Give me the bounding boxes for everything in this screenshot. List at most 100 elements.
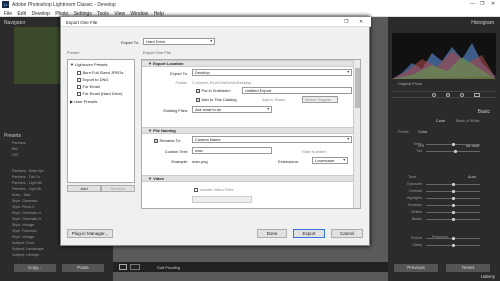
preset-item[interactable]: Style: Cinematic	[12, 199, 38, 203]
checkbox-checked[interactable]: ✓	[196, 98, 200, 102]
preset-item[interactable]: Partners - Deep tips	[12, 169, 44, 173]
soft-proofing-label[interactable]: Soft Proofing	[157, 265, 180, 270]
scrollbar-thumb[interactable]	[355, 68, 360, 108]
slider-tint[interactable]: Tint	[396, 149, 492, 154]
video-format-select[interactable]	[192, 196, 252, 203]
slider-track[interactable]	[426, 151, 480, 152]
preset-item[interactable]: Style: Vintage	[12, 235, 34, 239]
mask-icon[interactable]	[474, 93, 480, 97]
checkbox[interactable]	[77, 78, 81, 82]
menu-edit[interactable]: Edit	[17, 11, 26, 17]
location-export-to-select[interactable]: Desktop ▼	[192, 69, 352, 76]
menu-file[interactable]: File	[4, 11, 12, 17]
compare-view-icon[interactable]	[130, 264, 140, 270]
slider-knob[interactable]	[452, 189, 455, 193]
slider-whites[interactable]: Whites	[396, 210, 492, 215]
slider-knob[interactable]	[452, 243, 455, 247]
section-file-naming[interactable]: ▼ File Naming	[142, 127, 354, 134]
slider-knob[interactable]	[452, 236, 455, 240]
stack-position-select[interactable]: Below Original	[302, 95, 338, 103]
slider-temp[interactable]: Temp	[396, 142, 492, 147]
redeye-icon[interactable]	[460, 93, 464, 97]
preset-item[interactable]: Partners - Fall Co	[12, 175, 40, 179]
done-button[interactable]: Done	[257, 229, 287, 238]
histogram-header[interactable]: Histogram	[471, 20, 494, 26]
preset-item[interactable]: Style: Futuristic	[12, 229, 37, 233]
export-to-select[interactable]: Hard Drive ▼	[143, 38, 215, 45]
slider-knob[interactable]	[454, 149, 457, 153]
copy-button[interactable]: Copy...	[14, 264, 56, 272]
preset-item[interactable]: Style: Cinematic II	[12, 211, 41, 215]
slider-knob[interactable]	[452, 182, 455, 186]
add-stack-label[interactable]: Add to Stack:	[262, 97, 286, 102]
preset-item[interactable]: Style: Vintage	[12, 223, 34, 227]
treatment-color[interactable]: Color	[436, 119, 445, 123]
menu-develop[interactable]: Develop	[31, 11, 49, 17]
checkbox-checked[interactable]: ✓	[154, 139, 158, 143]
slider-contrast[interactable]: Contrast	[396, 189, 492, 194]
profile-value[interactable]: Color	[418, 130, 427, 134]
loupe-view-icon[interactable]	[119, 264, 127, 270]
preset-item-export-dng[interactable]: Export to DNG	[77, 77, 109, 82]
preset-item[interactable]: Partners - Light Br	[12, 187, 41, 191]
preset-item[interactable]: Subject: Food	[12, 241, 34, 245]
add-preset-button[interactable]: Add	[67, 185, 101, 192]
basic-header[interactable]: Basic	[478, 109, 490, 115]
preset-item[interactable]: Subject: Landscape	[12, 247, 44, 251]
paste-button[interactable]: Paste	[62, 264, 104, 272]
slider-texture[interactable]: Texture	[396, 236, 492, 241]
checkbox[interactable]	[77, 71, 81, 75]
preset-item[interactable]: Kubo - Haix	[12, 193, 31, 197]
slider-shadows[interactable]: Shadows	[396, 203, 492, 208]
slider-clarity[interactable]: Clarity	[396, 243, 492, 248]
settings-scrollbar[interactable]	[353, 60, 360, 208]
treatment-bw[interactable]: Black & White	[456, 119, 480, 123]
preset-item[interactable]: LRT	[12, 153, 19, 157]
custom-text-input[interactable]: man	[192, 147, 272, 154]
reset-button[interactable]: Reset	[446, 264, 490, 272]
maximize-icon[interactable]: ❐	[480, 1, 484, 7]
preset-folder-lightroom[interactable]: ▼ Lightroom Presets	[70, 62, 108, 67]
add-catalog-checkbox-row[interactable]: ✓ Add to This Catalog	[196, 97, 237, 102]
remove-preset-button[interactable]: Remove	[101, 185, 135, 192]
extensions-select[interactable]: Lowercase ▼	[312, 157, 348, 164]
rename-template-select[interactable]: Custom Name ▼	[192, 136, 352, 143]
slider-knob[interactable]	[452, 203, 455, 207]
checkbox[interactable]	[194, 188, 198, 192]
navigator-header[interactable]: Navigator	[4, 20, 25, 26]
preset-item-for-email[interactable]: For Email	[77, 84, 100, 89]
preset-item-burn-jpegs[interactable]: Burn Full-Sized JPEGs	[77, 70, 123, 75]
dialog-close-icon[interactable]: ✕	[359, 19, 363, 25]
minimize-icon[interactable]: —	[470, 1, 475, 7]
crop-icon[interactable]	[432, 93, 436, 97]
preset-item[interactable]: BW	[12, 147, 18, 151]
slider-knob[interactable]	[452, 210, 455, 214]
preset-item[interactable]: Style: Cinematic II	[12, 217, 41, 221]
section-video[interactable]: ▼ Video	[142, 175, 354, 182]
previous-button[interactable]: Previous	[394, 264, 438, 272]
slider-exposure[interactable]: Exposure	[396, 182, 492, 187]
slider-blacks[interactable]: Blacks	[396, 217, 492, 222]
spot-removal-icon[interactable]	[446, 93, 450, 97]
preset-item[interactable]: Subject: Lifestyle	[12, 253, 39, 257]
slider-knob[interactable]	[452, 217, 455, 221]
preset-folder-user[interactable]: ▶ User Presets	[70, 99, 97, 104]
rename-checkbox-row[interactable]: ✓ Rename To:	[154, 138, 181, 143]
section-export-location[interactable]: ▼ Export Location	[142, 60, 354, 67]
checkbox[interactable]	[77, 92, 81, 96]
tone-auto[interactable]: Auto	[468, 175, 476, 179]
preset-item[interactable]: Partners - Light Bri	[12, 181, 42, 185]
plugin-manager-button[interactable]: Plug-in Manager...	[67, 229, 113, 238]
export-button[interactable]: Export	[293, 229, 325, 238]
cancel-button[interactable]: Cancel	[331, 229, 363, 238]
checkbox[interactable]	[77, 85, 81, 89]
preset-item[interactable]: Partners	[12, 141, 26, 145]
slider-highlights[interactable]: Highlights	[396, 196, 492, 201]
subfolder-checkbox-row[interactable]: ✓ Put in Subfolder:	[196, 88, 231, 93]
dialog-maximize-icon[interactable]: ❐	[344, 19, 348, 25]
slider-knob[interactable]	[452, 142, 455, 146]
include-video-checkbox-row[interactable]: Include Video Files:	[194, 187, 234, 192]
presets-header[interactable]: Presets	[4, 133, 21, 139]
checkbox-checked[interactable]: ✓	[196, 89, 200, 93]
preset-item[interactable]: Style: Filmic It	[12, 205, 34, 209]
